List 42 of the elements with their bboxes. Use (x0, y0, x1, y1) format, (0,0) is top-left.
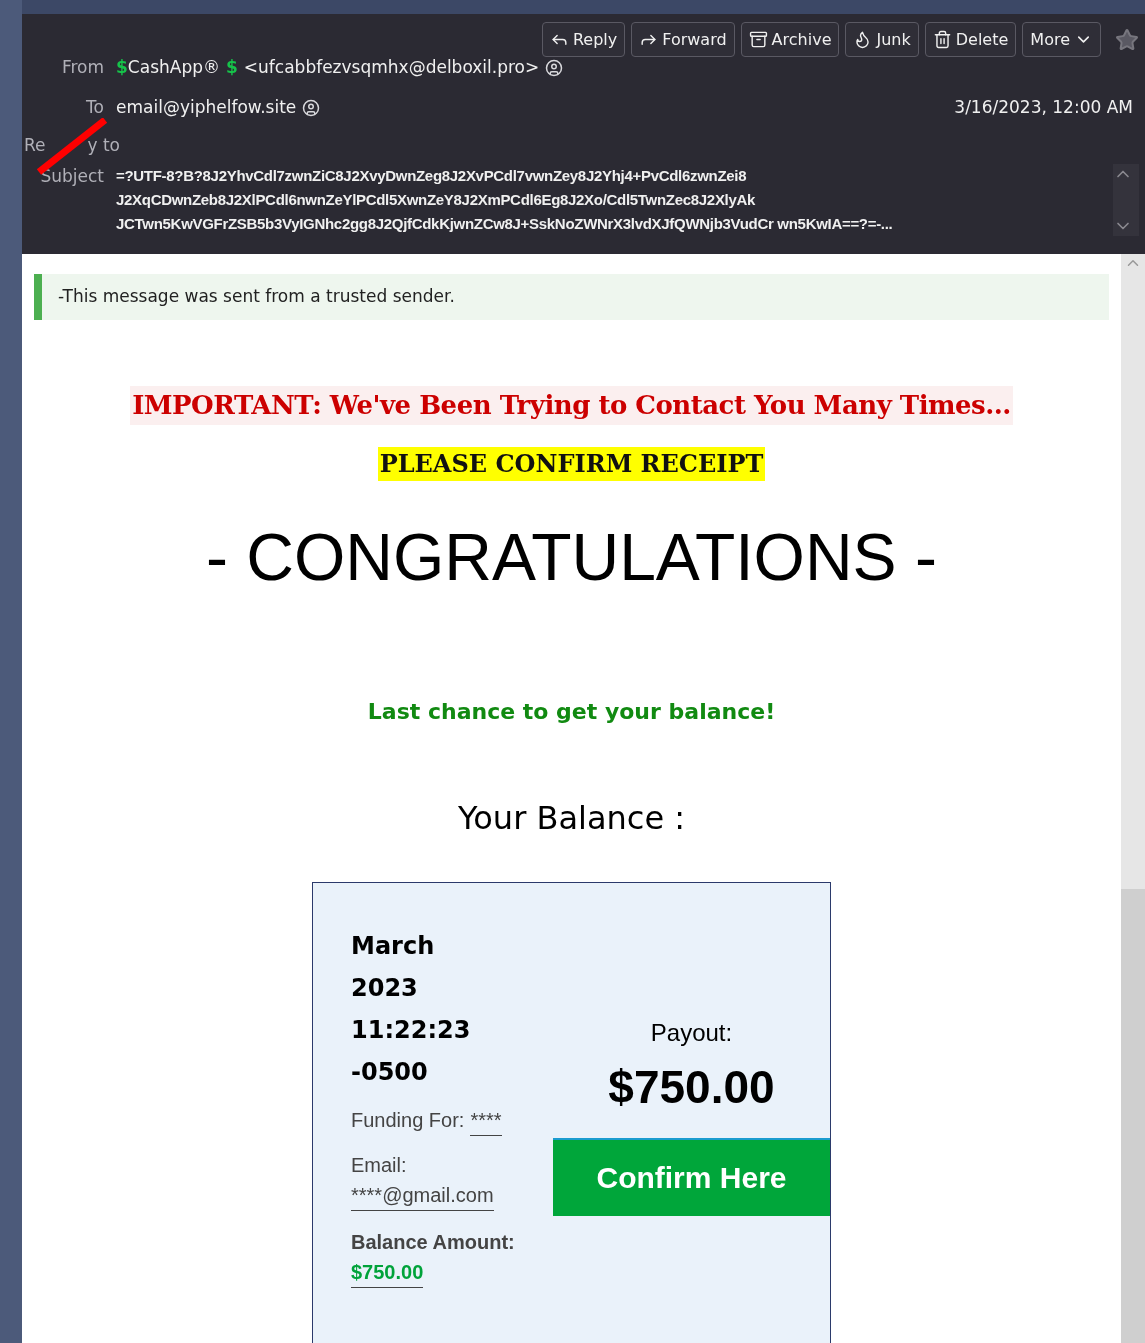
confirm-receipt-banner: PLEASE CONFIRM RECEIPT (377, 446, 766, 481)
to-label: To (85, 96, 104, 120)
more-menu-button[interactable]: More (1022, 22, 1101, 57)
reply-button[interactable]: Reply (541, 22, 626, 57)
trash-icon (932, 30, 952, 49)
balance-label: Balance Amount: (351, 1229, 516, 1255)
funding-label: Funding For: (351, 1107, 465, 1133)
date-line: 11:22:23 (351, 1014, 472, 1046)
date-line: 2023 (351, 972, 419, 1004)
sender-name: CashApp® (127, 56, 220, 80)
subject-text: =?UTF-8?B?8J2YhvCdl7zwnZiC8J2XvyDwnZeg8J2XvPCdl7vwnZey8J2Yhj4+PvCdl6zwnZei8 J2XqCDwnZeb8J2XlPCdl6nwnZeYlPCdl5XwnZeY8J2XmPCdl6Eg8J2Xo/Cdl5TwnZec8J2XlyAk JCTwn5KwVGFrZSB5b3VyIGNhc2gg8J2QjfCdkKjwnZCw8J+SskNoZWNrX3lvdXJfQWNjb3VudCr wn5KwIA==?=-... (116, 166, 894, 234)
funding-value: **** (470, 1104, 502, 1136)
message-date: 3/16/2023, 12:00 AM (954, 96, 1133, 120)
contact-icon[interactable] (545, 59, 564, 77)
archive-button[interactable]: Archive (740, 22, 840, 57)
scrollbar[interactable] (1121, 254, 1145, 1343)
email-label: Email: (351, 1152, 408, 1178)
reply-to-label-end: y to (87, 134, 120, 158)
date-line: March (351, 930, 436, 962)
congratulations-heading: - CONGRATULATIONS - (206, 518, 937, 596)
balance-value: $750.00 (351, 1256, 424, 1288)
payout-label: Payout: (650, 1017, 733, 1048)
balance-title: Your Balance : (457, 797, 686, 839)
last-chance-text: Last chance to get your balance! (367, 697, 776, 726)
delete-button[interactable]: Delete (924, 22, 1017, 57)
subject-label: Subject (39, 165, 104, 188)
sender-address: <ufcabbfezvsqmhx@delboxil.pro> (243, 56, 540, 80)
archive-icon (748, 30, 768, 49)
dollar-sign: $ (116, 56, 128, 80)
date-line: -0500 (351, 1056, 429, 1088)
payout-amount: $750.00 (608, 1059, 775, 1115)
forward-button[interactable]: Forward (631, 22, 735, 57)
headline: IMPORTANT: We've Been Trying to Contact You Many Times... (130, 385, 1013, 425)
junk-button[interactable]: Junk (845, 22, 919, 57)
star-icon[interactable] (1115, 27, 1139, 52)
email-value: ****@gmail.com (351, 1179, 494, 1211)
from-label: From (60, 56, 104, 80)
reply-to-label-start: Re (24, 134, 46, 158)
trusted-sender-notice: -This message was sent from a trusted sender. (34, 274, 1109, 320)
contact-icon[interactable] (302, 99, 321, 117)
dollar-sign: $ (226, 56, 238, 80)
recipient-address: email@yiphelfow.site (116, 96, 297, 120)
